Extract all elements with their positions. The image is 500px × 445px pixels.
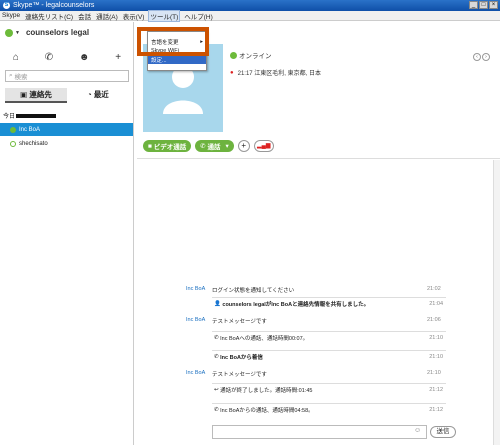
tab-contacts[interactable]: ▣ 連絡先 [5,88,67,103]
contact-status-text: オンライン [239,53,272,60]
chevron-left-icon[interactable]: ‹ [473,53,481,61]
add-contact-icon[interactable]: + [115,52,121,63]
message-sender: Inc BoA [186,286,206,292]
profile-name: counselors legal [25,28,90,37]
message-time: 21:10 [427,370,441,376]
message-time: 21:02 [427,286,441,292]
menu-contacts[interactable]: 連絡先リスト(C) [25,11,73,21]
message-text: テストメッセージです [212,319,267,325]
menu-conversation[interactable]: 会話 [78,11,91,21]
status-online-icon [10,126,16,133]
contact-name: Inc BoA [19,126,41,133]
contact-item[interactable]: shechisato [0,137,133,150]
message-text: counselors legalがInc BoAと連絡先情報を共有しました。 [222,301,370,308]
phone-icon: ✆ [200,143,208,150]
message-time: 21:10 [429,353,443,360]
menu-view[interactable]: 表示(V) [123,11,145,21]
call-button[interactable]: ✆ 通話 ▾ [195,140,234,152]
menu-help[interactable]: ヘルプ(H) [184,11,213,21]
chevron-down-icon: ▾ [225,143,229,150]
window-title: Skype™ - legalcounselors [13,2,95,9]
highlight-box [137,27,209,56]
phone-icon[interactable]: ✆ [45,52,53,63]
message-text: Inc BoAへの通話、通話時間00:07。 [220,335,309,342]
header-divider [137,158,500,159]
nav-arrows: ‹ › [473,53,490,61]
message-time: 21:04 [429,300,443,307]
title-bar: S Skype™ - legalcounselors _ □ × [0,0,500,11]
status-offline-icon [10,140,16,147]
redaction-bar [16,113,57,118]
contacts-icon: ▣ [20,90,30,99]
menu-bar: Skype 連絡先リスト(C) 会話 通話(A) 表示(V) ツール(T) ヘル… [0,9,500,22]
menu-item-label: 設定... [151,57,167,64]
search-input[interactable]: ⌕ 検索 [5,70,129,82]
call-actions: ■ ビデオ通話 ✆ 通話 ▾ + ▂▄▆ [143,140,274,152]
call-quality-icon[interactable]: ▂▄▆ [253,140,274,152]
video-call-button[interactable]: ■ ビデオ通話 [143,140,192,152]
message-text: Inc BoAからの通話、通話時間04:58。 [220,407,314,414]
contact-item[interactable]: Inc BoA [0,123,133,136]
chevron-down-icon: ▼ [15,29,20,36]
tab-recent-label: 最近 [93,90,109,99]
menu-item-settings[interactable]: 設定... [148,55,206,64]
call-label: 通話 [207,144,221,151]
emoticon-icon[interactable]: ☺ [414,427,421,434]
contact-location-text: 21:17 江東区毛利, 東京都, 日本 [237,71,321,77]
contact-share-icon: 👤 [214,300,223,307]
video-call-label: ビデオ通話 [153,144,187,151]
message-time: 21:10 [429,334,443,341]
contact-tabs: ▣ 連絡先 ◔ 最近 [5,88,129,103]
contact-location: ● 21:17 江東区毛利, 東京都, 日本 [230,68,321,78]
menu-skype[interactable]: Skype [2,12,20,19]
message-text: テストメッセージです [212,372,267,378]
profile[interactable]: ▼ counselors legal [5,28,89,37]
toolbar-icons: ⌂ ✆ ☻ + [0,50,134,64]
system-message: 👤 counselors legalがInc BoAと連絡先情報を共有しました。… [212,297,446,309]
message-time: 21:12 [429,406,443,413]
location-pin-icon: ● [230,69,234,76]
minimize-button[interactable]: _ [469,1,478,9]
message-time: 21:12 [429,386,443,393]
message-sender: Inc BoA [186,317,206,323]
home-icon[interactable]: ⌂ [13,52,19,63]
chevron-right-icon[interactable]: › [482,53,490,61]
left-panel: ▼ counselors legal ⌂ ✆ ☻ + ⌕ 検索 ▣ 連絡先 ◔ … [0,22,134,445]
tab-contacts-label: 連絡先 [29,90,52,99]
message-text: ログイン状態を通知してください [212,288,295,294]
message-input[interactable] [212,425,427,439]
clock-icon: ◔ [87,90,94,99]
message-text: Inc BoAから着信 [220,354,263,361]
menu-tools[interactable]: ツール(T) [148,9,181,22]
group-icon[interactable]: ☻ [79,52,90,63]
call-event: ↩ 通話が終了しました。通話時間:01:45 21:12 [212,383,446,395]
call-event: ✆ Inc BoAへの通話、通話時間00:07。 21:10 [212,331,446,343]
close-button[interactable]: × [489,1,498,9]
search-placeholder: 検索 [14,74,28,81]
call-event: ✆ Inc BoAからの通話、通話時間04:58。 21:12 [212,403,446,415]
contact-name: shechisato [19,140,48,147]
call-event: ✆ Inc BoAから着信 21:10 [212,350,446,362]
status-online-icon [5,28,13,37]
menu-call[interactable]: 通話(A) [96,11,118,21]
message-text: 通話が終了しました。通話時間:01:45 [220,387,313,394]
scrollbar[interactable] [493,160,500,445]
window-controls: _ □ × [469,1,498,9]
message-time: 21:06 [427,317,441,323]
group-label: 今日 [3,111,57,120]
tab-recent[interactable]: ◔ 最近 [67,88,129,103]
skype-logo-icon: S [3,2,10,9]
status-online-icon [230,51,237,59]
message-sender: Inc BoA [186,370,206,376]
contact-status: オンライン [230,50,272,60]
maximize-button[interactable]: □ [479,1,488,9]
group-label-text: 今日 [3,114,16,120]
send-button[interactable]: 送信 [430,426,456,438]
add-button[interactable]: + [237,140,250,152]
